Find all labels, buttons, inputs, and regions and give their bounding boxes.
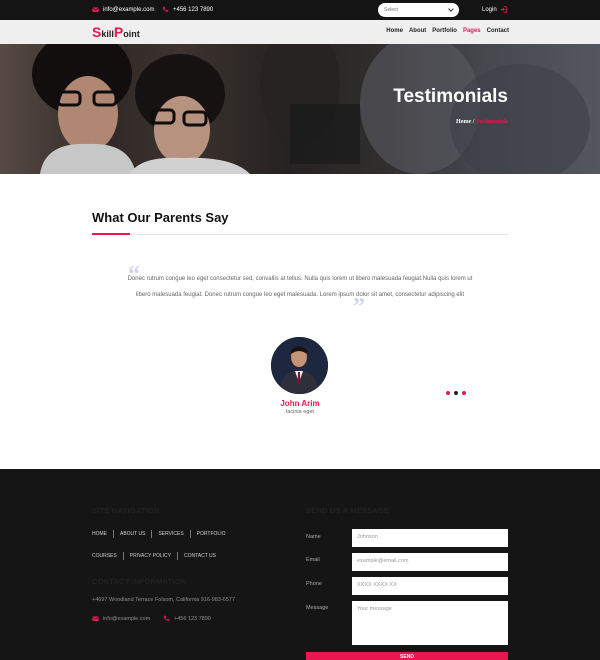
login-label: Login xyxy=(482,6,497,13)
email-label: Email xyxy=(306,557,320,563)
logo-text: kill xyxy=(101,29,114,39)
contact-form-heading: SEND US A MESSAGE xyxy=(306,506,390,515)
message-label: Message xyxy=(306,605,329,611)
banner-overlay xyxy=(0,44,600,174)
footer-contact-heading: CONTACT INFORMATION xyxy=(92,577,187,586)
heading-accent-line xyxy=(92,233,130,235)
page-title: Testimonials xyxy=(393,86,508,107)
footer-link-courses[interactable]: COURSES xyxy=(92,553,117,559)
nav-home[interactable]: Home xyxy=(386,28,403,34)
top-bar: info@example.com +456 123 7890 Select Lo… xyxy=(0,0,600,20)
logo-text-2: oint xyxy=(123,29,140,39)
link-divider xyxy=(151,530,153,538)
footer-address: +4697 Woodland Terrace Folsom, Californi… xyxy=(92,597,236,603)
mail-icon xyxy=(92,616,99,621)
mail-icon xyxy=(92,7,99,12)
nav-portfolio[interactable]: Portfolio xyxy=(432,28,457,34)
footer-link-about[interactable]: ABOUT US xyxy=(120,531,145,537)
name-label: Name xyxy=(306,534,321,540)
footer-link-home[interactable]: HOME xyxy=(92,531,107,537)
email-field[interactable]: example@email.com xyxy=(352,553,508,571)
breadcrumb-separator: / xyxy=(472,119,475,125)
testimonial-author: John Arim xyxy=(280,399,320,408)
phone-field[interactable]: XXXX XXXX XX xyxy=(352,577,508,595)
close-quote-icon: ” xyxy=(353,294,365,320)
footer-link-services[interactable]: SERVICES xyxy=(158,531,183,537)
main-navbar: SkillPoint Home About Portfolio Pages Co… xyxy=(0,20,600,44)
carousel-dot[interactable] xyxy=(462,391,466,395)
testimonial-quote: Donec rutrum congue leo eget consectetur… xyxy=(127,276,473,298)
footer-phone-text: +456 123 7890 xyxy=(174,615,211,622)
login-link[interactable]: Login xyxy=(482,6,507,13)
nav-pages[interactable]: Pages xyxy=(463,28,481,34)
language-select[interactable]: Select xyxy=(378,3,459,17)
person-photo xyxy=(271,337,328,394)
footer xyxy=(0,469,600,660)
send-button[interactable]: SEND xyxy=(306,652,508,660)
carousel-dot[interactable] xyxy=(446,391,450,395)
footer-email-text: info@example.com xyxy=(103,615,151,622)
nav-menu: Home About Portfolio Pages Contact xyxy=(386,28,509,34)
section-heading: What Our Parents Say xyxy=(92,210,229,225)
page-banner: Testimonials Home / Testimonials xyxy=(0,44,600,174)
breadcrumb: Home / Testimonials xyxy=(456,119,508,125)
login-icon xyxy=(500,6,507,13)
select-value: Select xyxy=(384,7,398,13)
breadcrumb-current: Testimonials xyxy=(475,119,508,125)
phone-icon xyxy=(162,6,169,12)
footer-nav-heading: SITE NAVIGATION xyxy=(92,506,160,515)
footer-email[interactable]: info@example.com xyxy=(92,615,150,622)
breadcrumb-home[interactable]: Home xyxy=(456,119,471,125)
logo[interactable]: SkillPoint xyxy=(92,24,140,40)
carousel-dots xyxy=(446,391,466,395)
footer-link-contact[interactable]: CONTACT US xyxy=(184,553,216,559)
avatar xyxy=(271,337,328,394)
footer-link-privacy[interactable]: PRIVACY POLICY xyxy=(130,553,171,559)
logo-initial: S xyxy=(92,24,102,40)
testimonial-role: lacinia eget xyxy=(286,409,314,415)
logo-initial-2: P xyxy=(113,24,124,40)
topbar-email[interactable]: info@example.com xyxy=(92,6,154,13)
footer-phone[interactable]: +456 123 7890 xyxy=(163,615,211,622)
footer-link-portfolio[interactable]: PORTFOLIO xyxy=(197,531,226,537)
footer-links-row-2: COURSES PRIVACY POLICY CONTACT US xyxy=(92,552,216,560)
topbar-phone-text: +456 123 7890 xyxy=(173,6,214,13)
phone-icon xyxy=(163,615,170,621)
carousel-dot-active[interactable] xyxy=(454,391,458,395)
link-divider xyxy=(176,552,178,560)
link-divider xyxy=(113,530,114,538)
chevron-down-icon xyxy=(448,6,454,12)
heading-divider xyxy=(92,234,508,235)
topbar-phone[interactable]: +456 123 7890 xyxy=(162,6,213,13)
message-field[interactable]: Your message xyxy=(352,601,508,645)
nav-about[interactable]: About xyxy=(409,28,426,34)
link-divider xyxy=(189,530,191,538)
name-field[interactable]: Johnson xyxy=(352,529,508,547)
nav-contact[interactable]: Contact xyxy=(487,28,509,34)
link-divider xyxy=(122,552,124,560)
phone-label: Phone xyxy=(306,581,322,587)
topbar-email-text: info@example.com xyxy=(103,6,155,13)
footer-links-row-1: HOME ABOUT US SERVICES PORTFOLIO xyxy=(92,530,225,538)
